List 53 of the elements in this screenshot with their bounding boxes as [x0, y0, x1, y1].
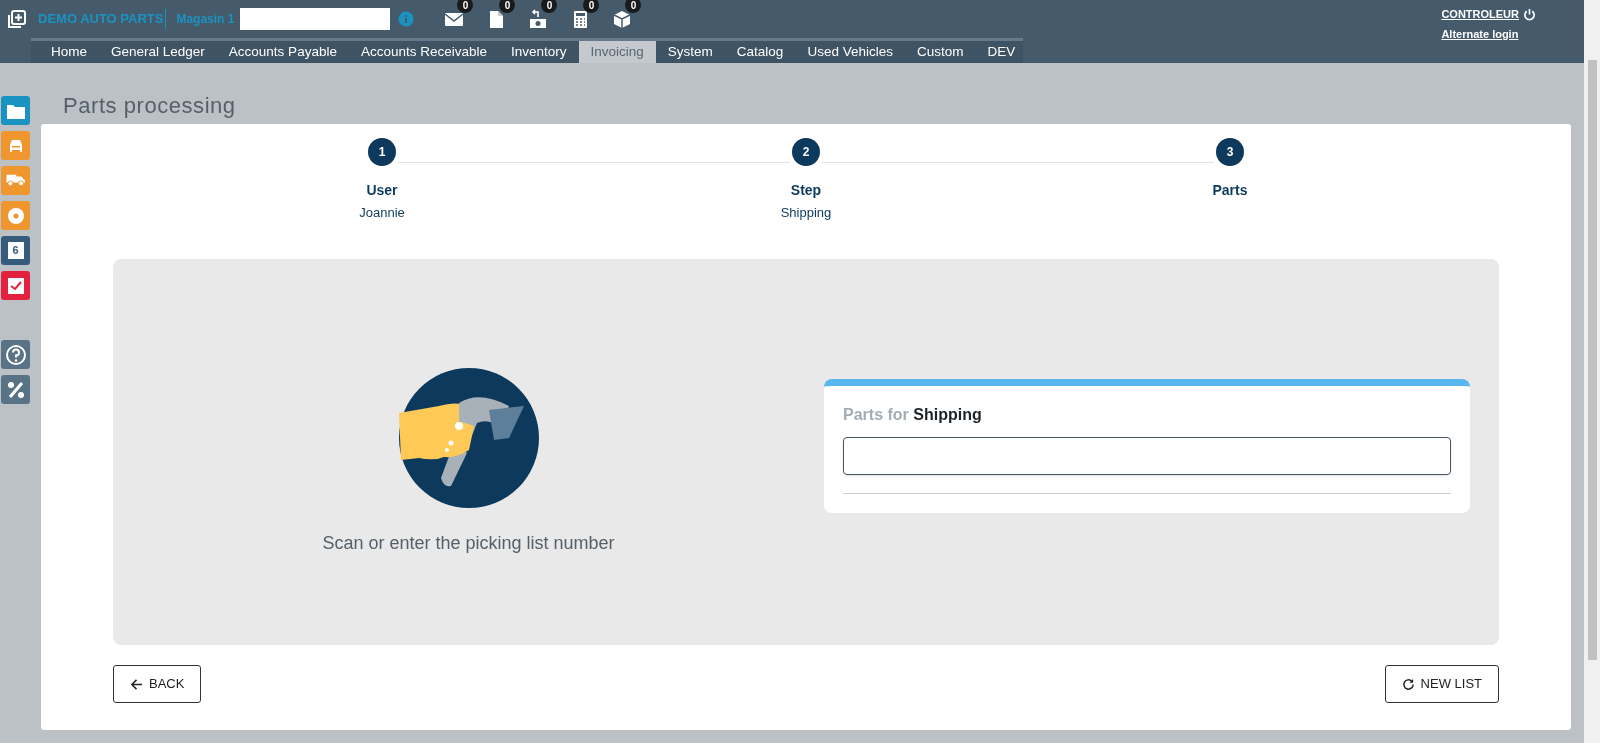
count-badge: 0	[457, 0, 474, 13]
nav-tab[interactable]: Accounts Payable	[216, 41, 349, 63]
sidebar-button[interactable]: 6	[1, 236, 30, 265]
store-name: Magasin 1	[176, 11, 235, 28]
count-badge: 0	[625, 0, 642, 13]
search-field[interactable]	[240, 8, 391, 30]
nav-tab[interactable]: DEV	[975, 41, 1028, 63]
sidebar-button[interactable]	[1, 96, 30, 125]
tow-truck-icon	[5, 174, 26, 187]
step-title: User	[366, 181, 398, 200]
nav-tab[interactable]: System	[655, 41, 725, 63]
step-number: 3	[1216, 138, 1244, 166]
sidebar-button[interactable]	[1, 375, 30, 404]
scan-instruction: Scan or enter the picking list number	[322, 531, 615, 555]
step-number: 2	[792, 138, 820, 166]
calendar-day: 6	[7, 242, 24, 259]
step-number: 1	[368, 138, 396, 166]
new-list-button[interactable]: NEW LIST	[1384, 665, 1499, 703]
nav-tab[interactable]: Home	[39, 41, 99, 63]
checkbox-icon	[6, 276, 25, 295]
step-subtitle: Joannie	[359, 204, 405, 222]
add-window-icon[interactable]	[8, 10, 26, 28]
alternate-login-link[interactable]: Alternate login	[1441, 25, 1519, 42]
step-title: Parts	[1212, 181, 1248, 200]
back-button[interactable]: BACK	[113, 665, 202, 703]
cash-return-icon[interactable]	[528, 9, 549, 29]
count-badge: 0	[583, 0, 600, 13]
help-icon	[5, 344, 26, 365]
nav-tab[interactable]: Accounts Receivable	[348, 41, 499, 63]
arrow-left-icon	[130, 677, 143, 691]
refresh-icon	[1401, 677, 1415, 691]
count-badge: 0	[499, 0, 516, 13]
nav-tab[interactable]: Catalog	[724, 41, 796, 63]
nav-tab[interactable]: Invoicing	[578, 41, 656, 63]
user-link[interactable]: CONTROLEUR	[1441, 6, 1519, 23]
sidebar-button[interactable]	[1, 340, 30, 369]
picking-list-field[interactable]	[843, 437, 1451, 475]
power-icon[interactable]	[1523, 7, 1536, 21]
percent-icon	[5, 379, 26, 400]
card-title: Parts for Shipping	[843, 405, 983, 425]
scrollbar[interactable]	[1584, 0, 1600, 743]
brand-name: DEMO AUTO PARTS	[38, 9, 167, 29]
nav-tab[interactable]: Custom	[904, 41, 976, 63]
sidebar-button[interactable]	[1, 271, 30, 300]
page-title: Parts processing	[62, 92, 237, 120]
disc-icon	[6, 206, 25, 225]
nav-tab[interactable]: Inventory	[499, 41, 579, 63]
count-badge: 0	[541, 0, 558, 13]
box-icon[interactable]	[612, 9, 633, 29]
nav-tab[interactable]: General Ledger	[99, 41, 217, 63]
step-subtitle: Shipping	[780, 204, 832, 222]
nav-tab[interactable]: Used Vehicles	[795, 41, 905, 63]
step-title: Step	[790, 181, 822, 200]
